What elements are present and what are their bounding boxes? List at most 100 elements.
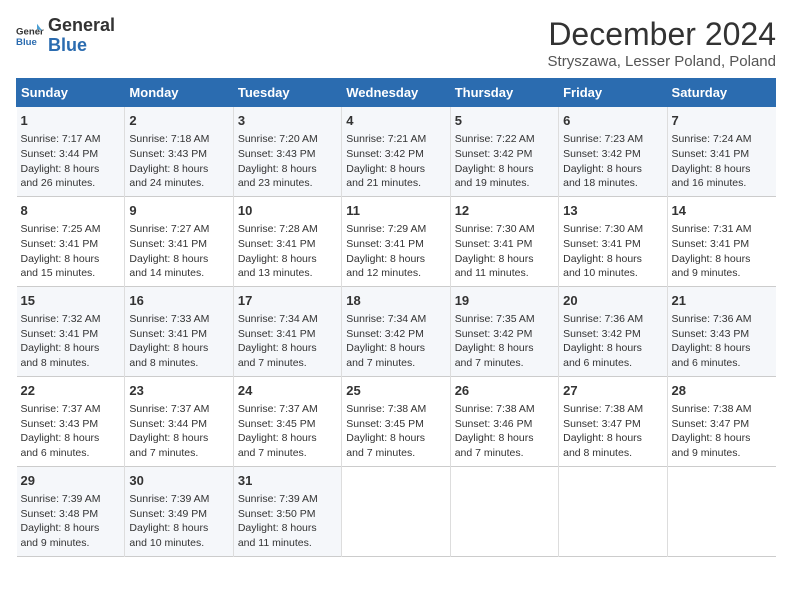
day-info-line: and 15 minutes. [21,266,121,281]
day-info-line: Daylight: 8 hours [563,252,662,267]
day-info-line: Daylight: 8 hours [238,252,337,267]
calendar-cell: 21Sunrise: 7:36 AMSunset: 3:43 PMDayligh… [667,286,775,376]
day-number: 2 [129,112,228,130]
day-number: 15 [21,292,121,310]
day-info-line: Daylight: 8 hours [238,341,337,356]
calendar-cell: 15Sunrise: 7:32 AMSunset: 3:41 PMDayligh… [17,286,125,376]
day-info-line: and 9 minutes. [21,536,121,551]
day-info-line: Sunset: 3:41 PM [346,237,445,252]
day-info-line: Sunrise: 7:34 AM [346,312,445,327]
day-info-line: and 10 minutes. [129,536,228,551]
day-info-line: and 11 minutes. [455,266,554,281]
calendar-cell: 6Sunrise: 7:23 AMSunset: 3:42 PMDaylight… [559,107,667,197]
day-number: 16 [129,292,228,310]
day-number: 29 [21,472,121,490]
day-info-line: Sunset: 3:42 PM [455,147,554,162]
day-info-line: Sunrise: 7:23 AM [563,132,662,147]
day-info-line: Sunrise: 7:30 AM [455,222,554,237]
day-info-line: and 8 minutes. [563,446,662,461]
day-info-line: Sunrise: 7:33 AM [129,312,228,327]
calendar-cell: 24Sunrise: 7:37 AMSunset: 3:45 PMDayligh… [233,376,341,466]
calendar-cell: 12Sunrise: 7:30 AMSunset: 3:41 PMDayligh… [450,196,558,286]
day-info-line: Daylight: 8 hours [129,521,228,536]
day-info-line: and 10 minutes. [563,266,662,281]
day-info-line: Sunrise: 7:39 AM [238,492,337,507]
day-number: 26 [455,382,554,400]
calendar-week-row: 15 Sunrise: 7:32 AM Sunset: 3:41 PM Dayligh… [17,286,776,376]
day-info-line: Sunset: 3:45 PM [238,417,337,432]
day-number: 25 [346,382,445,400]
calendar-week-row: 22Sunrise: 7:37 AMSunset: 3:43 PMDayligh… [17,376,776,466]
day-number: 4 [346,112,445,130]
day-info-line: Sunrise: 7:22 AM [455,132,554,147]
day-header-wednesday: Wednesday [342,79,450,107]
day-info-line: Daylight: 8 hours [563,431,662,446]
day-header-sunday: Sunday [17,79,125,107]
day-info-line: Daylight: 8 hours [672,162,772,177]
day-info-line: Sunset: 3:44 PM [21,147,121,162]
title-block: December 2024 Stryszawa, Lesser Poland, … [548,16,776,70]
calendar-cell: 18Sunrise: 7:34 AMSunset: 3:42 PMDayligh… [342,286,450,376]
calendar-cell: 14Sunrise: 7:31 AMSunset: 3:41 PMDayligh… [667,196,775,286]
day-info-line: Sunrise: 7:32 AM [21,312,121,327]
calendar-cell: 25Sunrise: 7:38 AMSunset: 3:45 PMDayligh… [342,376,450,466]
logo: General Blue General Blue [16,16,115,56]
day-info-line: Sunset: 3:47 PM [563,417,662,432]
calendar-cell: 3Sunrise: 7:20 AMSunset: 3:43 PMDaylight… [233,107,341,197]
day-info-line: and 6 minutes. [672,356,772,371]
day-info-line: Sunset: 3:43 PM [672,327,772,342]
calendar-cell: 31Sunrise: 7:39 AMSunset: 3:50 PMDayligh… [233,466,341,556]
calendar-cell: 9Sunrise: 7:27 AMSunset: 3:41 PMDaylight… [125,196,233,286]
day-info-line: Daylight: 8 hours [21,162,121,177]
day-info-line: Daylight: 8 hours [129,431,228,446]
day-number: 8 [21,202,121,220]
day-info-line: and 14 minutes. [129,266,228,281]
calendar-cell: 11Sunrise: 7:29 AMSunset: 3:41 PMDayligh… [342,196,450,286]
day-info-line: and 6 minutes. [21,446,121,461]
day-info-line: and 9 minutes. [672,266,772,281]
day-info-line: Sunset: 3:41 PM [563,237,662,252]
calendar-cell: 7Sunrise: 7:24 AMSunset: 3:41 PMDaylight… [667,107,775,197]
day-info-line: Sunrise: 7:18 AM [129,132,228,147]
day-number: 27 [563,382,662,400]
day-info-line: Daylight: 8 hours [238,162,337,177]
calendar-cell: 20Sunrise: 7:36 AMSunset: 3:42 PMDayligh… [559,286,667,376]
calendar-cell: 1Sunrise: 7:17 AMSunset: 3:44 PMDaylight… [17,107,125,197]
day-number: 30 [129,472,228,490]
day-info-line: Sunset: 3:45 PM [346,417,445,432]
day-info-line: Sunset: 3:41 PM [672,147,772,162]
day-info-line: Daylight: 8 hours [672,341,772,356]
calendar-week-row: 29 Sunrise: 7:39 AM Sunset: 3:48 PM Dayligh… [17,466,776,556]
day-info-line: Sunset: 3:41 PM [238,237,337,252]
calendar-cell: 28Sunrise: 7:38 AMSunset: 3:47 PMDayligh… [667,376,775,466]
day-number: 3 [238,112,337,130]
day-info-line: Sunset: 3:41 PM [129,327,228,342]
day-info-line: Sunset: 3:42 PM [455,327,554,342]
day-info-line: and 7 minutes. [346,446,445,461]
day-info-line: Sunrise: 7:24 AM [672,132,772,147]
calendar-header-row: SundayMondayTuesdayWednesdayThursdayFrid… [17,79,776,107]
day-header-tuesday: Tuesday [233,79,341,107]
day-number: 9 [129,202,228,220]
day-number: 31 [238,472,337,490]
day-info-line: Sunrise: 7:39 AM [129,492,228,507]
day-info-line: and 9 minutes. [672,446,772,461]
day-info-line: Daylight: 8 hours [455,162,554,177]
day-info-line: and 26 minutes. [21,176,121,191]
calendar-cell: 23Sunrise: 7:37 AMSunset: 3:44 PMDayligh… [125,376,233,466]
day-info-line: Daylight: 8 hours [129,162,228,177]
day-info-line: Sunset: 3:41 PM [672,237,772,252]
calendar-cell: 26Sunrise: 7:38 AMSunset: 3:46 PMDayligh… [450,376,558,466]
day-number: 19 [455,292,554,310]
day-info-line: and 8 minutes. [129,356,228,371]
calendar-cell: 30Sunrise: 7:39 AMSunset: 3:49 PMDayligh… [125,466,233,556]
calendar-table: SundayMondayTuesdayWednesdayThursdayFrid… [16,78,776,557]
day-info-line: Sunrise: 7:21 AM [346,132,445,147]
day-info-line: and 6 minutes. [563,356,662,371]
day-info-line: Sunset: 3:48 PM [21,507,121,522]
day-number: 18 [346,292,445,310]
day-info-line: Daylight: 8 hours [672,431,772,446]
day-info-line: Sunset: 3:43 PM [238,147,337,162]
day-header-thursday: Thursday [450,79,558,107]
calendar-cell [559,466,667,556]
